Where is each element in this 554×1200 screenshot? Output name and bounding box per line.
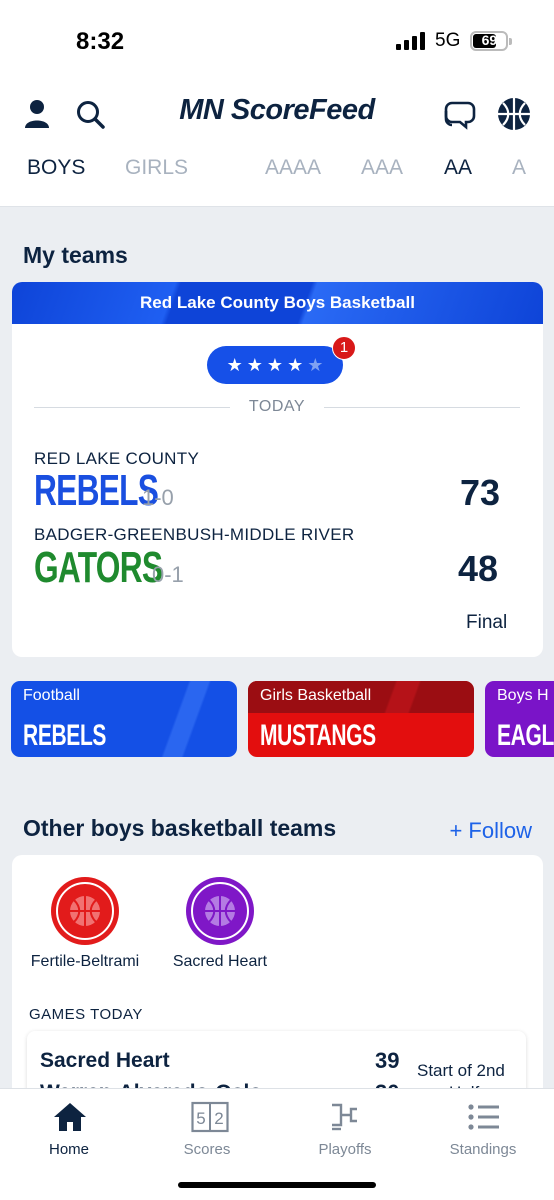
tab-playoffs[interactable]: Playoffs [276, 1089, 414, 1169]
star-icon: ★ [266, 355, 284, 375]
tab-girls[interactable]: GIRLS [125, 156, 188, 180]
battery-icon: 69 [470, 31, 513, 51]
game-card[interactable]: Red Lake County Boys Basketball ★ ★ ★ ★ … [12, 282, 543, 657]
tab-aaa[interactable]: AAA [361, 156, 403, 180]
game-team-1: Sacred Heart [40, 1049, 170, 1072]
scoreboard-icon: 5 2 [191, 1101, 229, 1133]
home-icon [54, 1103, 86, 1131]
game-status-line-1: Start of 2nd [417, 1061, 505, 1080]
scoreboard-digit: 5 [196, 1109, 205, 1128]
team-chip-girls-basketball[interactable]: Girls Basketball MUSTANGS [248, 681, 474, 757]
chat-icon[interactable] [442, 97, 476, 131]
home-indicator [178, 1182, 376, 1188]
basketball-icon [70, 896, 100, 926]
status-time: 8:32 [76, 28, 125, 55]
team-name[interactable]: Sacred Heart [160, 953, 280, 971]
team-chip-boys-hockey[interactable]: Boys H EAGLE [485, 681, 554, 757]
status-indicators: 5G 69 [396, 30, 513, 52]
day-divider: TODAY [34, 398, 520, 418]
list-icon [468, 1104, 499, 1130]
tab-label: Home [48, 1141, 89, 1158]
game-score-1: 39 [375, 1048, 400, 1073]
app-header: 8:32 5G 69 MN ScoreFeed BOYS GIRLS AAAA … [0, 0, 554, 207]
tab-label: Standings [449, 1141, 517, 1158]
game-status: Final [466, 612, 508, 633]
team-name[interactable]: Fertile-Beltrami [18, 953, 152, 971]
tab-a[interactable]: A [512, 156, 526, 180]
away-score: 48 [458, 548, 499, 589]
away-mascot: GATORS [34, 543, 163, 592]
scoreboard-digit: 2 [214, 1109, 223, 1128]
tab-label: Playoffs [318, 1141, 372, 1158]
rating-stars[interactable]: ★ ★ ★ ★ ★ [207, 346, 343, 384]
notification-badge: 1 [332, 336, 356, 360]
tab-home[interactable]: Home [0, 1089, 138, 1169]
team-logo-fertile-beltrami[interactable] [51, 877, 119, 945]
home-score: 73 [460, 472, 501, 513]
battery-level: 69 [481, 32, 498, 48]
chip-sport: Football [23, 687, 80, 704]
tab-boys[interactable]: BOYS [27, 156, 85, 180]
games-today-label: GAMES TODAY [29, 1006, 143, 1023]
basketball-icon[interactable] [497, 97, 531, 131]
bracket-icon [332, 1103, 357, 1131]
star-icon: ★ [287, 355, 304, 375]
signal-icon [396, 32, 425, 50]
chip-team-name: EAGLE [497, 719, 554, 752]
team-logo-sacred-heart[interactable] [186, 877, 254, 945]
home-record: 1-0 [142, 485, 174, 510]
chip-sport: Girls Basketball [248, 681, 474, 713]
tab-scores[interactable]: 5 2 Scores [138, 1089, 276, 1169]
away-school: BADGER-GREENBUSH-MIDDLE RIVER [34, 525, 355, 544]
team-banner: Red Lake County Boys Basketball [12, 282, 543, 324]
chip-team-name: MUSTANGS [260, 719, 376, 752]
basketball-icon [205, 896, 235, 926]
my-teams-title: My teams [23, 242, 128, 268]
tab-aaaa[interactable]: AAAA [265, 156, 321, 180]
star-icon: ★ [226, 355, 243, 375]
follow-button[interactable]: + Follow [449, 818, 532, 844]
tab-label: Scores [183, 1141, 231, 1158]
star-icon: ★ [246, 355, 263, 375]
home-mascot: REBELS [34, 466, 159, 515]
chip-team-name: REBELS [23, 719, 107, 752]
away-record: 0-1 [152, 562, 184, 587]
tab-aa[interactable]: AA [444, 156, 472, 180]
division-tabs: BOYS GIRLS AAAA AAA AA A [0, 156, 554, 186]
network-label: 5G [435, 30, 461, 51]
team-chip-football[interactable]: Football REBELS [11, 681, 237, 757]
star-empty-icon: ★ [307, 355, 324, 375]
chip-sport: Boys H [497, 687, 549, 704]
other-teams-title: Other boys basketball teams [23, 815, 337, 841]
tab-standings[interactable]: Standings [414, 1089, 552, 1169]
